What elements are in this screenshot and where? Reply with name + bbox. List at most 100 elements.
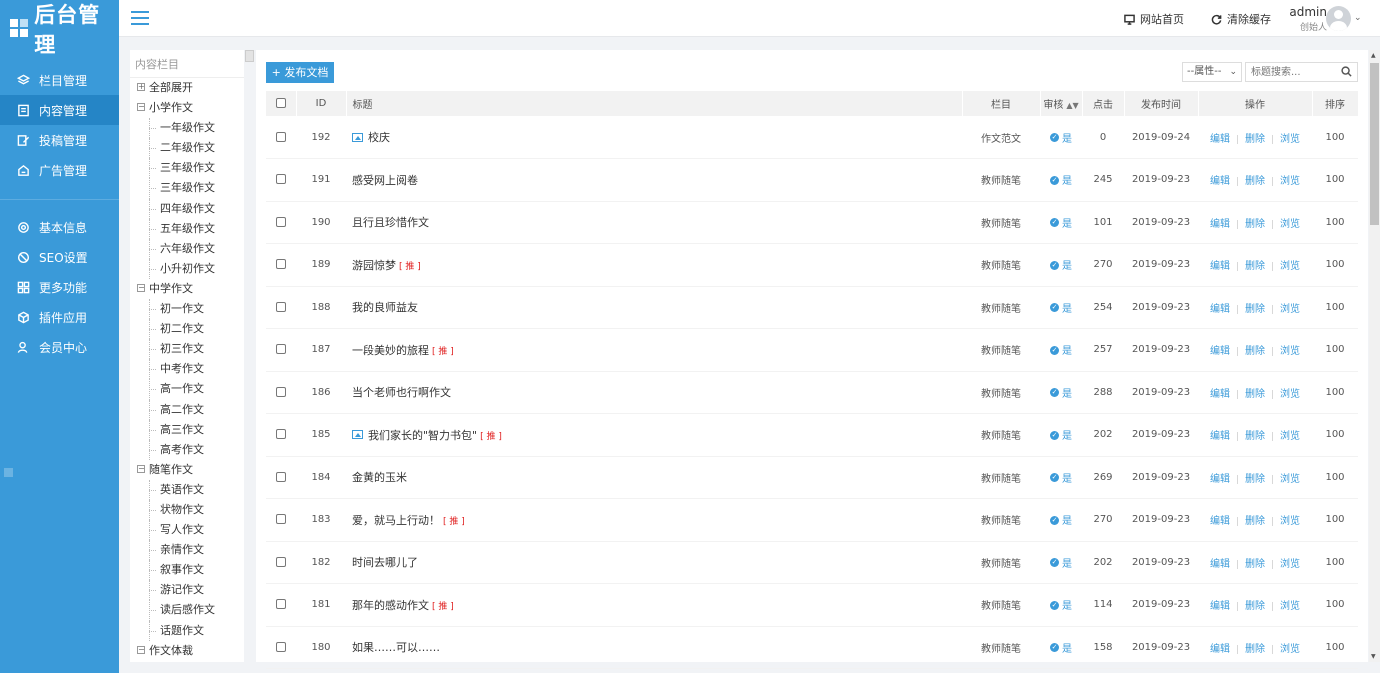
sidebar-item-group2-2[interactable]: 更多功能 <box>0 272 119 302</box>
tree-item[interactable]: 状物作文 <box>130 499 244 521</box>
audit-toggle[interactable]: ✓ 是 <box>1050 515 1072 527</box>
tree-item[interactable]: 二年级作文 <box>130 138 244 159</box>
tree-item[interactable]: 亲情作文 <box>130 540 244 561</box>
delete-link[interactable]: 删除 <box>1245 559 1265 570</box>
row-title[interactable]: 如果……可以…… <box>352 641 440 654</box>
view-link[interactable]: 浏览 <box>1280 261 1300 272</box>
collapse-icon[interactable]: − <box>137 645 145 654</box>
tree-item[interactable]: − 小学作文 <box>130 98 244 118</box>
tree-item[interactable]: 初二作文 <box>130 319 244 340</box>
audit-toggle[interactable]: ✓ 是 <box>1050 303 1072 315</box>
scroll-up-arrow-icon[interactable]: ▲ <box>1371 52 1376 59</box>
view-link[interactable]: 浏览 <box>1280 516 1300 527</box>
row-checkbox[interactable] <box>276 429 286 440</box>
audit-toggle[interactable]: ✓ 是 <box>1050 643 1072 655</box>
row-title[interactable]: 时间去哪儿了 <box>352 556 418 569</box>
delete-link[interactable]: 删除 <box>1245 516 1265 527</box>
tree-item[interactable]: 游记作文 <box>130 580 244 601</box>
menu-toggle-icon[interactable] <box>131 11 149 25</box>
row-title[interactable]: 且行且珍惜作文 <box>352 216 429 229</box>
tree-item[interactable]: − 随笔作文 <box>130 460 244 480</box>
tree-item[interactable]: 读后感作文 <box>130 600 244 621</box>
row-title[interactable]: 校庆 <box>368 131 390 144</box>
tree-item[interactable]: 五年级作文 <box>130 218 244 239</box>
tree-item[interactable]: 小升初作文 <box>130 258 244 280</box>
row-checkbox[interactable] <box>276 386 286 397</box>
page-scrollbar[interactable]: ▲ ▼ <box>1369 50 1380 662</box>
row-title[interactable]: 游园惊梦 <box>352 259 396 272</box>
row-checkbox[interactable] <box>276 259 286 270</box>
row-checkbox[interactable] <box>276 174 286 185</box>
delete-link[interactable]: 删除 <box>1245 601 1265 612</box>
chevron-down-icon[interactable]: ⌄ <box>1354 13 1362 23</box>
tree-item[interactable]: 六年级作文 <box>130 238 244 259</box>
delete-link[interactable]: 删除 <box>1245 219 1265 230</box>
audit-toggle[interactable]: ✓ 是 <box>1050 218 1072 230</box>
row-checkbox[interactable] <box>276 641 286 652</box>
tree-item[interactable]: 英语作文 <box>130 479 244 501</box>
audit-toggle[interactable]: ✓ 是 <box>1050 175 1072 187</box>
edit-link[interactable]: 编辑 <box>1210 516 1230 527</box>
view-link[interactable]: 浏览 <box>1280 389 1300 400</box>
view-link[interactable]: 浏览 <box>1280 644 1300 655</box>
sidebar-item-group2-4[interactable]: 会员中心 <box>0 332 119 362</box>
scrollbar-thumb[interactable] <box>1370 63 1379 225</box>
scroll-down-arrow-icon[interactable]: ▼ <box>1371 653 1376 660</box>
delete-link[interactable]: 删除 <box>1245 431 1265 442</box>
sidebar-collapse-handle[interactable] <box>4 468 13 477</box>
sidebar-item-group1-1[interactable]: 内容管理 <box>0 95 119 125</box>
view-link[interactable]: 浏览 <box>1280 346 1300 357</box>
tree-item[interactable]: 叙事作文 <box>130 560 244 581</box>
audit-toggle[interactable]: ✓ 是 <box>1050 345 1072 357</box>
publish-document-button[interactable]: + 发布文档 <box>266 62 334 83</box>
sort-icon[interactable]: ▲▼ <box>1066 101 1078 110</box>
row-checkbox[interactable] <box>276 556 286 567</box>
row-title[interactable]: 那年的感动作文 <box>352 599 429 612</box>
row-checkbox[interactable] <box>276 471 286 482</box>
sidebar-item-group1-2[interactable]: 投稿管理 <box>0 125 119 155</box>
tree-item[interactable]: 高二作文 <box>130 399 244 420</box>
view-link[interactable]: 浏览 <box>1280 474 1300 485</box>
tree-item[interactable]: 中考作文 <box>130 359 244 380</box>
clear-cache-link[interactable]: 清除缓存 <box>1211 11 1271 27</box>
attribute-select[interactable]: --属性-- ⌄ <box>1182 62 1242 82</box>
audit-toggle[interactable]: ✓ 是 <box>1050 600 1072 612</box>
row-title[interactable]: 爱，就马上行动！ <box>352 514 440 527</box>
edit-link[interactable]: 编辑 <box>1210 261 1230 272</box>
col-header-id[interactable]: ID <box>296 91 347 116</box>
row-checkbox[interactable] <box>276 131 286 142</box>
sidebar-item-group2-1[interactable]: SEO设置 <box>0 242 119 272</box>
delete-link[interactable]: 删除 <box>1245 304 1265 315</box>
tree-item[interactable]: 高三作文 <box>130 419 244 440</box>
tree-item[interactable]: 初一作文 <box>130 299 244 320</box>
delete-link[interactable]: 删除 <box>1245 389 1265 400</box>
edit-link[interactable]: 编辑 <box>1210 474 1230 485</box>
collapse-icon[interactable]: − <box>137 103 145 112</box>
audit-toggle[interactable]: ✓ 是 <box>1050 260 1072 272</box>
tree-item[interactable]: 三年级作文 <box>130 178 244 199</box>
edit-link[interactable]: 编辑 <box>1210 644 1230 655</box>
logo[interactable]: 后台管理 <box>0 0 119 58</box>
delete-link[interactable]: 删除 <box>1245 346 1265 357</box>
delete-link[interactable]: 删除 <box>1245 261 1265 272</box>
delete-link[interactable]: 删除 <box>1245 176 1265 187</box>
row-title[interactable]: 当个老师也行啊作文 <box>352 386 451 399</box>
avatar[interactable] <box>1326 6 1351 31</box>
row-title[interactable]: 金黄的玉米 <box>352 471 407 484</box>
view-link[interactable]: 浏览 <box>1280 176 1300 187</box>
audit-toggle[interactable]: ✓ 是 <box>1050 430 1072 442</box>
tree-item[interactable]: − 作文体裁 <box>130 641 244 661</box>
audit-toggle[interactable]: ✓ 是 <box>1050 388 1072 400</box>
sidebar-item-group2-3[interactable]: 插件应用 <box>0 302 119 332</box>
row-checkbox[interactable] <box>276 216 286 227</box>
tree-item[interactable]: − 中学作文 <box>130 279 244 299</box>
row-checkbox[interactable] <box>276 599 286 610</box>
edit-link[interactable]: 编辑 <box>1210 431 1230 442</box>
row-checkbox[interactable] <box>276 514 286 525</box>
view-link[interactable]: 浏览 <box>1280 601 1300 612</box>
edit-link[interactable]: 编辑 <box>1210 134 1230 145</box>
sidebar-item-group1-3[interactable]: 广告管理 <box>0 155 119 185</box>
row-checkbox[interactable] <box>276 344 286 355</box>
collapse-icon[interactable]: − <box>137 464 145 473</box>
delete-link[interactable]: 删除 <box>1245 644 1265 655</box>
